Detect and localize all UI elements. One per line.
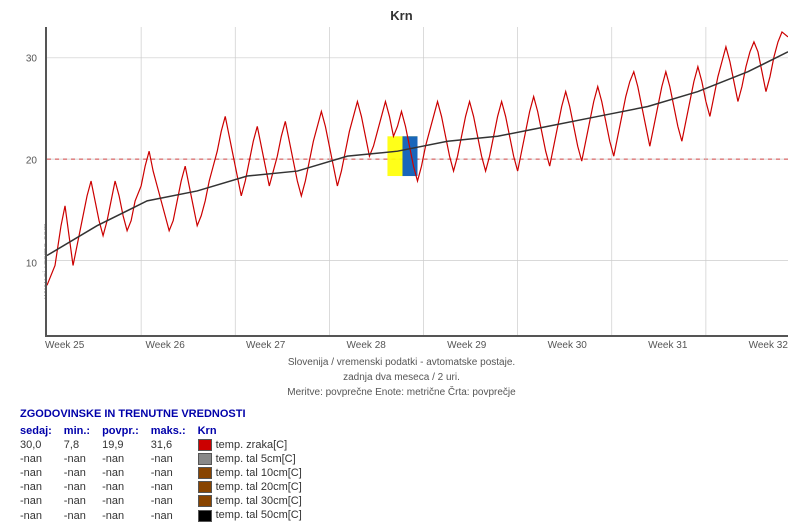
legend-row: -nan-nan-nan-nantemp. tal 50cm[C] bbox=[20, 508, 314, 522]
chart-svg bbox=[47, 27, 788, 335]
x-label-w28: Week 28 bbox=[347, 340, 386, 351]
legend-color-box bbox=[198, 510, 212, 522]
subtitle-line1: Slovenija / vremenski podatki - avtomats… bbox=[0, 355, 803, 370]
legend-color-box bbox=[198, 481, 212, 493]
x-label-w32: Week 32 bbox=[749, 340, 788, 351]
chart-container: www.si-vreme.com Krn 30 20 10 bbox=[0, 0, 803, 522]
legend-header-krn: Krn bbox=[198, 424, 314, 438]
legend-color-box bbox=[198, 467, 212, 479]
legend-row: -nan-nan-nan-nantemp. tal 5cm[C] bbox=[20, 452, 314, 466]
legend-header-maks: maks.: bbox=[151, 424, 198, 438]
chart-title: Krn bbox=[0, 0, 803, 27]
legend-color-box bbox=[198, 495, 212, 507]
chart-area bbox=[45, 27, 788, 337]
legend-header-povpr: povpr.: bbox=[102, 424, 151, 438]
legend-color-box bbox=[198, 453, 212, 465]
x-label-w31: Week 31 bbox=[648, 340, 687, 351]
legend-color-label: temp. tal 50cm[C] bbox=[198, 508, 314, 522]
legend-table: sedaj: min.: povpr.: maks.: Krn 30,07,81… bbox=[20, 424, 314, 523]
subtitle-line2: zadnja dva meseca / 2 uri. bbox=[0, 370, 803, 385]
legend-row: -nan-nan-nan-nantemp. tal 30cm[C] bbox=[20, 494, 314, 508]
legend-title: ZGODOVINSKE IN TRENUTNE VREDNOSTI bbox=[20, 408, 803, 420]
legend-row: -nan-nan-nan-nantemp. tal 20cm[C] bbox=[20, 480, 314, 494]
legend-color-label: temp. zraka[C] bbox=[198, 438, 314, 452]
legend-header-min: min.: bbox=[64, 424, 102, 438]
legend-color-box bbox=[198, 439, 212, 451]
x-label-w30: Week 30 bbox=[548, 340, 587, 351]
legend-header-sedaj: sedaj: bbox=[20, 424, 64, 438]
legend-color-label: temp. tal 20cm[C] bbox=[198, 480, 314, 494]
legend-color-label: temp. tal 10cm[C] bbox=[198, 466, 314, 480]
x-axis-labels: Week 25 Week 26 Week 27 Week 28 Week 29 … bbox=[45, 337, 788, 351]
subtitle-line3: Meritve: povprečne Enote: metrične Črta:… bbox=[0, 385, 803, 400]
legend-color-label: temp. tal 5cm[C] bbox=[198, 452, 314, 466]
subtitle-area: Slovenija / vremenski podatki - avtomats… bbox=[0, 355, 803, 400]
legend-color-label: temp. tal 30cm[C] bbox=[198, 494, 314, 508]
x-label-w25: Week 25 bbox=[45, 340, 84, 351]
y-label-10: 10 bbox=[26, 258, 37, 269]
x-label-w29: Week 29 bbox=[447, 340, 486, 351]
x-label-w27: Week 27 bbox=[246, 340, 285, 351]
legend-row: 30,07,819,931,6temp. zraka[C] bbox=[20, 438, 314, 452]
legend-row: -nan-nan-nan-nantemp. tal 10cm[C] bbox=[20, 466, 314, 480]
x-label-w26: Week 26 bbox=[146, 340, 185, 351]
y-label-20: 20 bbox=[26, 156, 37, 167]
y-label-30: 30 bbox=[26, 54, 37, 65]
y-axis-labels: 30 20 10 bbox=[0, 28, 42, 338]
